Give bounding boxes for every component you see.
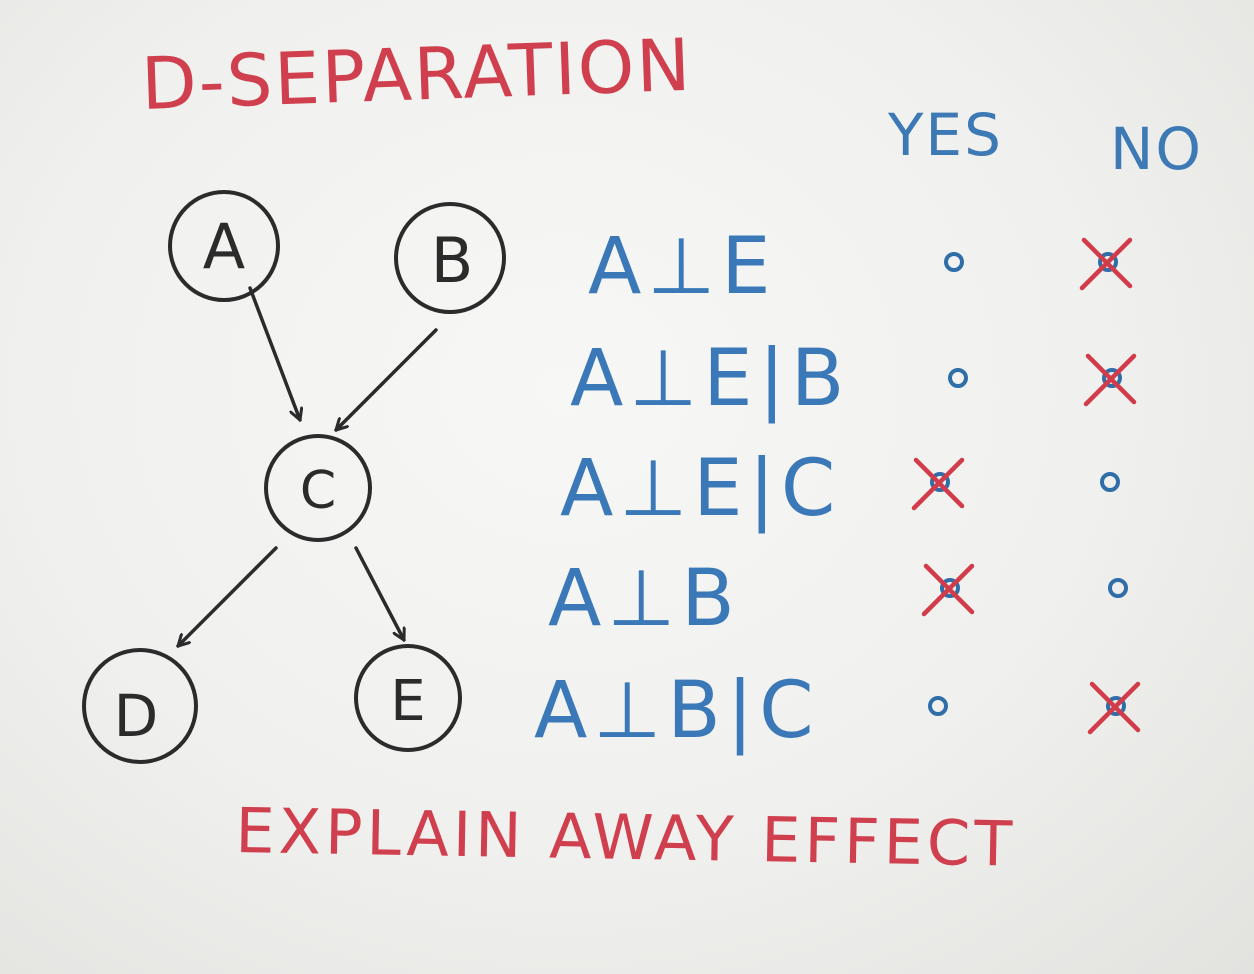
selected-no-mark [1079, 237, 1133, 291]
yes-option-circle [944, 252, 964, 272]
whiteboard: D-SEPARATION A B C D E YES NO A⊥E A⊥E|B … [0, 0, 1254, 974]
selected-yes-mark [921, 563, 975, 617]
selected-yes-mark [911, 457, 965, 511]
no-option-circle [1100, 472, 1120, 492]
yes-option-circle [928, 696, 948, 716]
selected-no-mark [1083, 353, 1137, 407]
footer-caption: EXPLAIN AWAY EFFECT [234, 794, 1017, 881]
selected-no-mark [1087, 681, 1141, 735]
no-option-circle [1108, 578, 1128, 598]
yes-option-circle [948, 368, 968, 388]
